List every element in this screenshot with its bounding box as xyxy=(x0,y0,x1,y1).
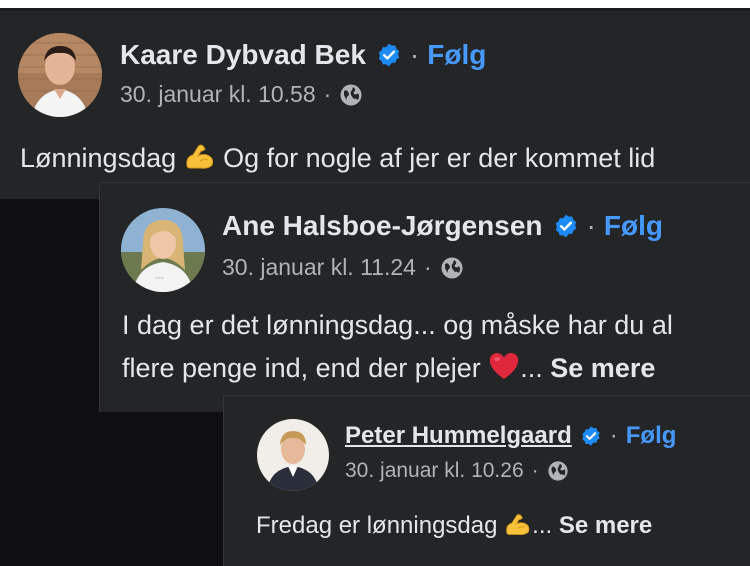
post-body-line-2: flere penge ind, end der plejer ... Se m… xyxy=(122,351,655,388)
verified-badge-icon xyxy=(580,425,602,447)
post-text-start: Lønningsdag xyxy=(20,143,184,173)
browser-top-strip xyxy=(0,0,750,8)
flexed-biceps-icon xyxy=(184,141,216,178)
post-text-start: flere penge ind, end der plejer xyxy=(122,353,489,383)
post-text-ellipsis: ... xyxy=(520,353,551,383)
follow-button[interactable]: Følg xyxy=(604,210,663,242)
author-name[interactable]: Kaare Dybvad Bek xyxy=(120,39,366,71)
follow-button[interactable]: Følg xyxy=(427,39,486,71)
post-timestamp[interactable]: 30. januar kl. 11.24 xyxy=(222,254,416,281)
separator-dot: · xyxy=(609,422,618,449)
globe-icon[interactable] xyxy=(339,83,363,107)
svg-text:~~~: ~~~ xyxy=(155,276,164,282)
post-body: Fredag er lønningsdag ... Se mere xyxy=(256,511,652,544)
separator-dot: · xyxy=(323,81,332,107)
post-text-ellipsis: ... xyxy=(532,512,559,539)
separator-dot: · xyxy=(586,210,596,241)
post-meta: 30. januar kl. 10.58 · xyxy=(120,81,363,108)
post-text-end: Og for nogle af jer er der kommet lid xyxy=(215,143,656,173)
author-row: Peter Hummelgaard · Følg xyxy=(345,422,676,450)
red-heart-icon xyxy=(488,351,520,388)
globe-icon[interactable] xyxy=(547,460,569,482)
separator-dot: · xyxy=(531,459,539,482)
author-row: Ane Halsboe-Jørgensen · Følg xyxy=(222,210,663,242)
see-more-link[interactable]: Se mere xyxy=(550,353,655,383)
post-card-kaare: Kaare Dybvad Bek · Følg 30. januar kl. 1… xyxy=(0,11,750,199)
post-card-ane: ~~~ Ane Halsboe-Jørgensen · Følg 30. jan… xyxy=(100,183,750,412)
see-more-link[interactable]: Se mere xyxy=(559,512,652,539)
verified-badge-icon xyxy=(553,213,579,239)
separator-dot: · xyxy=(423,254,432,280)
follow-button[interactable]: Følg xyxy=(626,422,677,450)
globe-icon[interactable] xyxy=(440,256,464,280)
avatar-ane[interactable]: ~~~ xyxy=(121,208,205,292)
verified-badge-icon xyxy=(376,42,402,68)
author-name[interactable]: Ane Halsboe-Jørgensen xyxy=(222,210,543,242)
post-timestamp[interactable]: 30. januar kl. 10.26 xyxy=(345,459,524,483)
flexed-biceps-icon xyxy=(504,511,532,544)
post-meta: 30. januar kl. 10.26 · xyxy=(345,459,569,483)
author-name[interactable]: Peter Hummelgaard xyxy=(345,422,572,450)
author-row: Kaare Dybvad Bek · Følg xyxy=(120,39,486,71)
post-card-peter: Peter Hummelgaard · Følg 30. januar kl. … xyxy=(224,396,750,566)
separator-dot: · xyxy=(409,39,420,70)
post-body-line-1: I dag er det lønningsdag... og måske har… xyxy=(122,310,673,340)
post-body: Lønningsdag Og for nogle af jer er der k… xyxy=(20,141,655,178)
avatar-kaare[interactable] xyxy=(18,33,102,117)
post-text-start: Fredag er lønningsdag xyxy=(256,512,505,539)
post-timestamp[interactable]: 30. januar kl. 10.58 xyxy=(120,81,316,108)
post-meta: 30. januar kl. 11.24 · xyxy=(222,254,464,281)
avatar-peter[interactable] xyxy=(257,419,329,491)
